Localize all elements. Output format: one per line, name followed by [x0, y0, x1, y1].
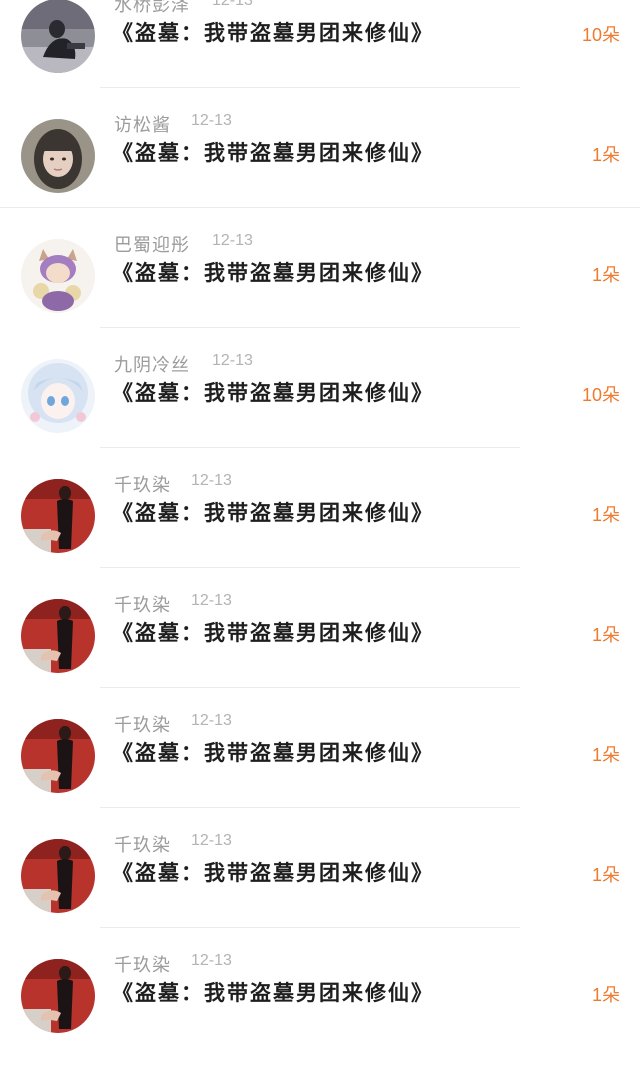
avatar-woman-red-icon — [21, 479, 95, 553]
divider — [100, 327, 520, 328]
date: 12-13 — [191, 472, 232, 489]
gift-amount: 1朵 — [591, 145, 620, 165]
date: 12-13 — [191, 952, 232, 969]
user-avatar[interactable] — [21, 119, 95, 193]
divider — [100, 807, 520, 808]
date: 12-13 — [212, 0, 253, 9]
username[interactable]: 千玖染 — [114, 831, 171, 857]
divider — [100, 447, 520, 448]
list-item[interactable]: 千玖染 12-13 《盗墓：我带盗墓男团来修仙》 1朵 — [0, 712, 640, 840]
book-title[interactable]: 《盗墓：我带盗墓男团来修仙》 — [112, 257, 434, 287]
avatar-woman-red-icon — [21, 959, 95, 1033]
username[interactable]: 千玖染 — [114, 471, 171, 497]
avatar-woman-red-icon — [21, 719, 95, 793]
username[interactable]: 巴蜀迎彤 — [114, 231, 190, 257]
username[interactable]: 千玖染 — [114, 591, 171, 617]
divider — [100, 687, 520, 688]
username[interactable]: 访松酱 — [114, 111, 171, 137]
gift-amount: 1朵 — [591, 625, 620, 645]
divider — [100, 927, 520, 928]
gift-amount: 10朵 — [581, 385, 620, 405]
user-avatar[interactable] — [21, 479, 95, 553]
date: 12-13 — [191, 712, 232, 729]
date: 12-13 — [191, 832, 232, 849]
avatar-woman-red-icon — [21, 839, 95, 913]
date: 12-13 — [191, 112, 232, 129]
book-title[interactable]: 《盗墓：我带盗墓男团来修仙》 — [112, 17, 434, 47]
gift-amount: 10朵 — [581, 25, 620, 45]
gift-amount: 1朵 — [591, 985, 620, 1005]
avatar-anime-girl-icon — [21, 359, 95, 433]
avatar-dark-figure-icon — [21, 0, 95, 73]
list-item[interactable]: 千玖染 12-13 《盗墓：我带盗墓男团来修仙》 1朵 — [0, 472, 640, 600]
divider — [0, 207, 640, 208]
list-item[interactable]: 千玖染 12-13 《盗墓：我带盗墓男团来修仙》 1朵 — [0, 592, 640, 720]
list-item[interactable]: 九阴冷丝 12-13 《盗墓：我带盗墓男团来修仙》 10朵 — [0, 352, 640, 480]
user-avatar[interactable] — [21, 0, 95, 73]
list-item[interactable]: 水桥彭泽 12-13 《盗墓：我带盗墓男团来修仙》 10朵 — [0, 0, 640, 120]
book-title[interactable]: 《盗墓：我带盗墓男团来修仙》 — [112, 377, 434, 407]
book-title[interactable]: 《盗墓：我带盗墓男团来修仙》 — [112, 497, 434, 527]
avatar-girl-portrait-icon — [21, 119, 95, 193]
user-avatar[interactable] — [21, 359, 95, 433]
book-title[interactable]: 《盗墓：我带盗墓男团来修仙》 — [112, 857, 434, 887]
avatar-woman-red-icon — [21, 599, 95, 673]
book-title[interactable]: 《盗墓：我带盗墓男团来修仙》 — [112, 737, 434, 767]
gift-amount: 1朵 — [591, 865, 620, 885]
avatar-anime-cats-icon — [21, 239, 95, 313]
username[interactable]: 千玖染 — [114, 711, 171, 737]
book-title[interactable]: 《盗墓：我带盗墓男团来修仙》 — [112, 977, 434, 1007]
list-item[interactable]: 千玖染 12-13 《盗墓：我带盗墓男团来修仙》 1朵 — [0, 832, 640, 960]
list-item[interactable]: 巴蜀迎彤 12-13 《盗墓：我带盗墓男团来修仙》 1朵 — [0, 232, 640, 360]
list-item[interactable]: 访松酱 12-13 《盗墓：我带盗墓男团来修仙》 1朵 — [0, 112, 640, 240]
book-title[interactable]: 《盗墓：我带盗墓男团来修仙》 — [112, 137, 434, 167]
gift-amount: 1朵 — [591, 505, 620, 525]
date: 12-13 — [212, 352, 253, 369]
list-item[interactable]: 千玖染 12-13 《盗墓：我带盗墓男团来修仙》 1朵 — [0, 952, 640, 1080]
user-avatar[interactable] — [21, 719, 95, 793]
book-title[interactable]: 《盗墓：我带盗墓男团来修仙》 — [112, 617, 434, 647]
username[interactable]: 水桥彭泽 — [114, 0, 190, 17]
date: 12-13 — [212, 232, 253, 249]
gift-amount: 1朵 — [591, 265, 620, 285]
username[interactable]: 千玖染 — [114, 951, 171, 977]
user-avatar[interactable] — [21, 839, 95, 913]
user-avatar[interactable] — [21, 959, 95, 1033]
divider — [100, 567, 520, 568]
user-avatar[interactable] — [21, 239, 95, 313]
divider — [100, 87, 520, 88]
gift-amount: 1朵 — [591, 745, 620, 765]
username[interactable]: 九阴冷丝 — [114, 351, 190, 377]
user-avatar[interactable] — [21, 599, 95, 673]
date: 12-13 — [191, 592, 232, 609]
